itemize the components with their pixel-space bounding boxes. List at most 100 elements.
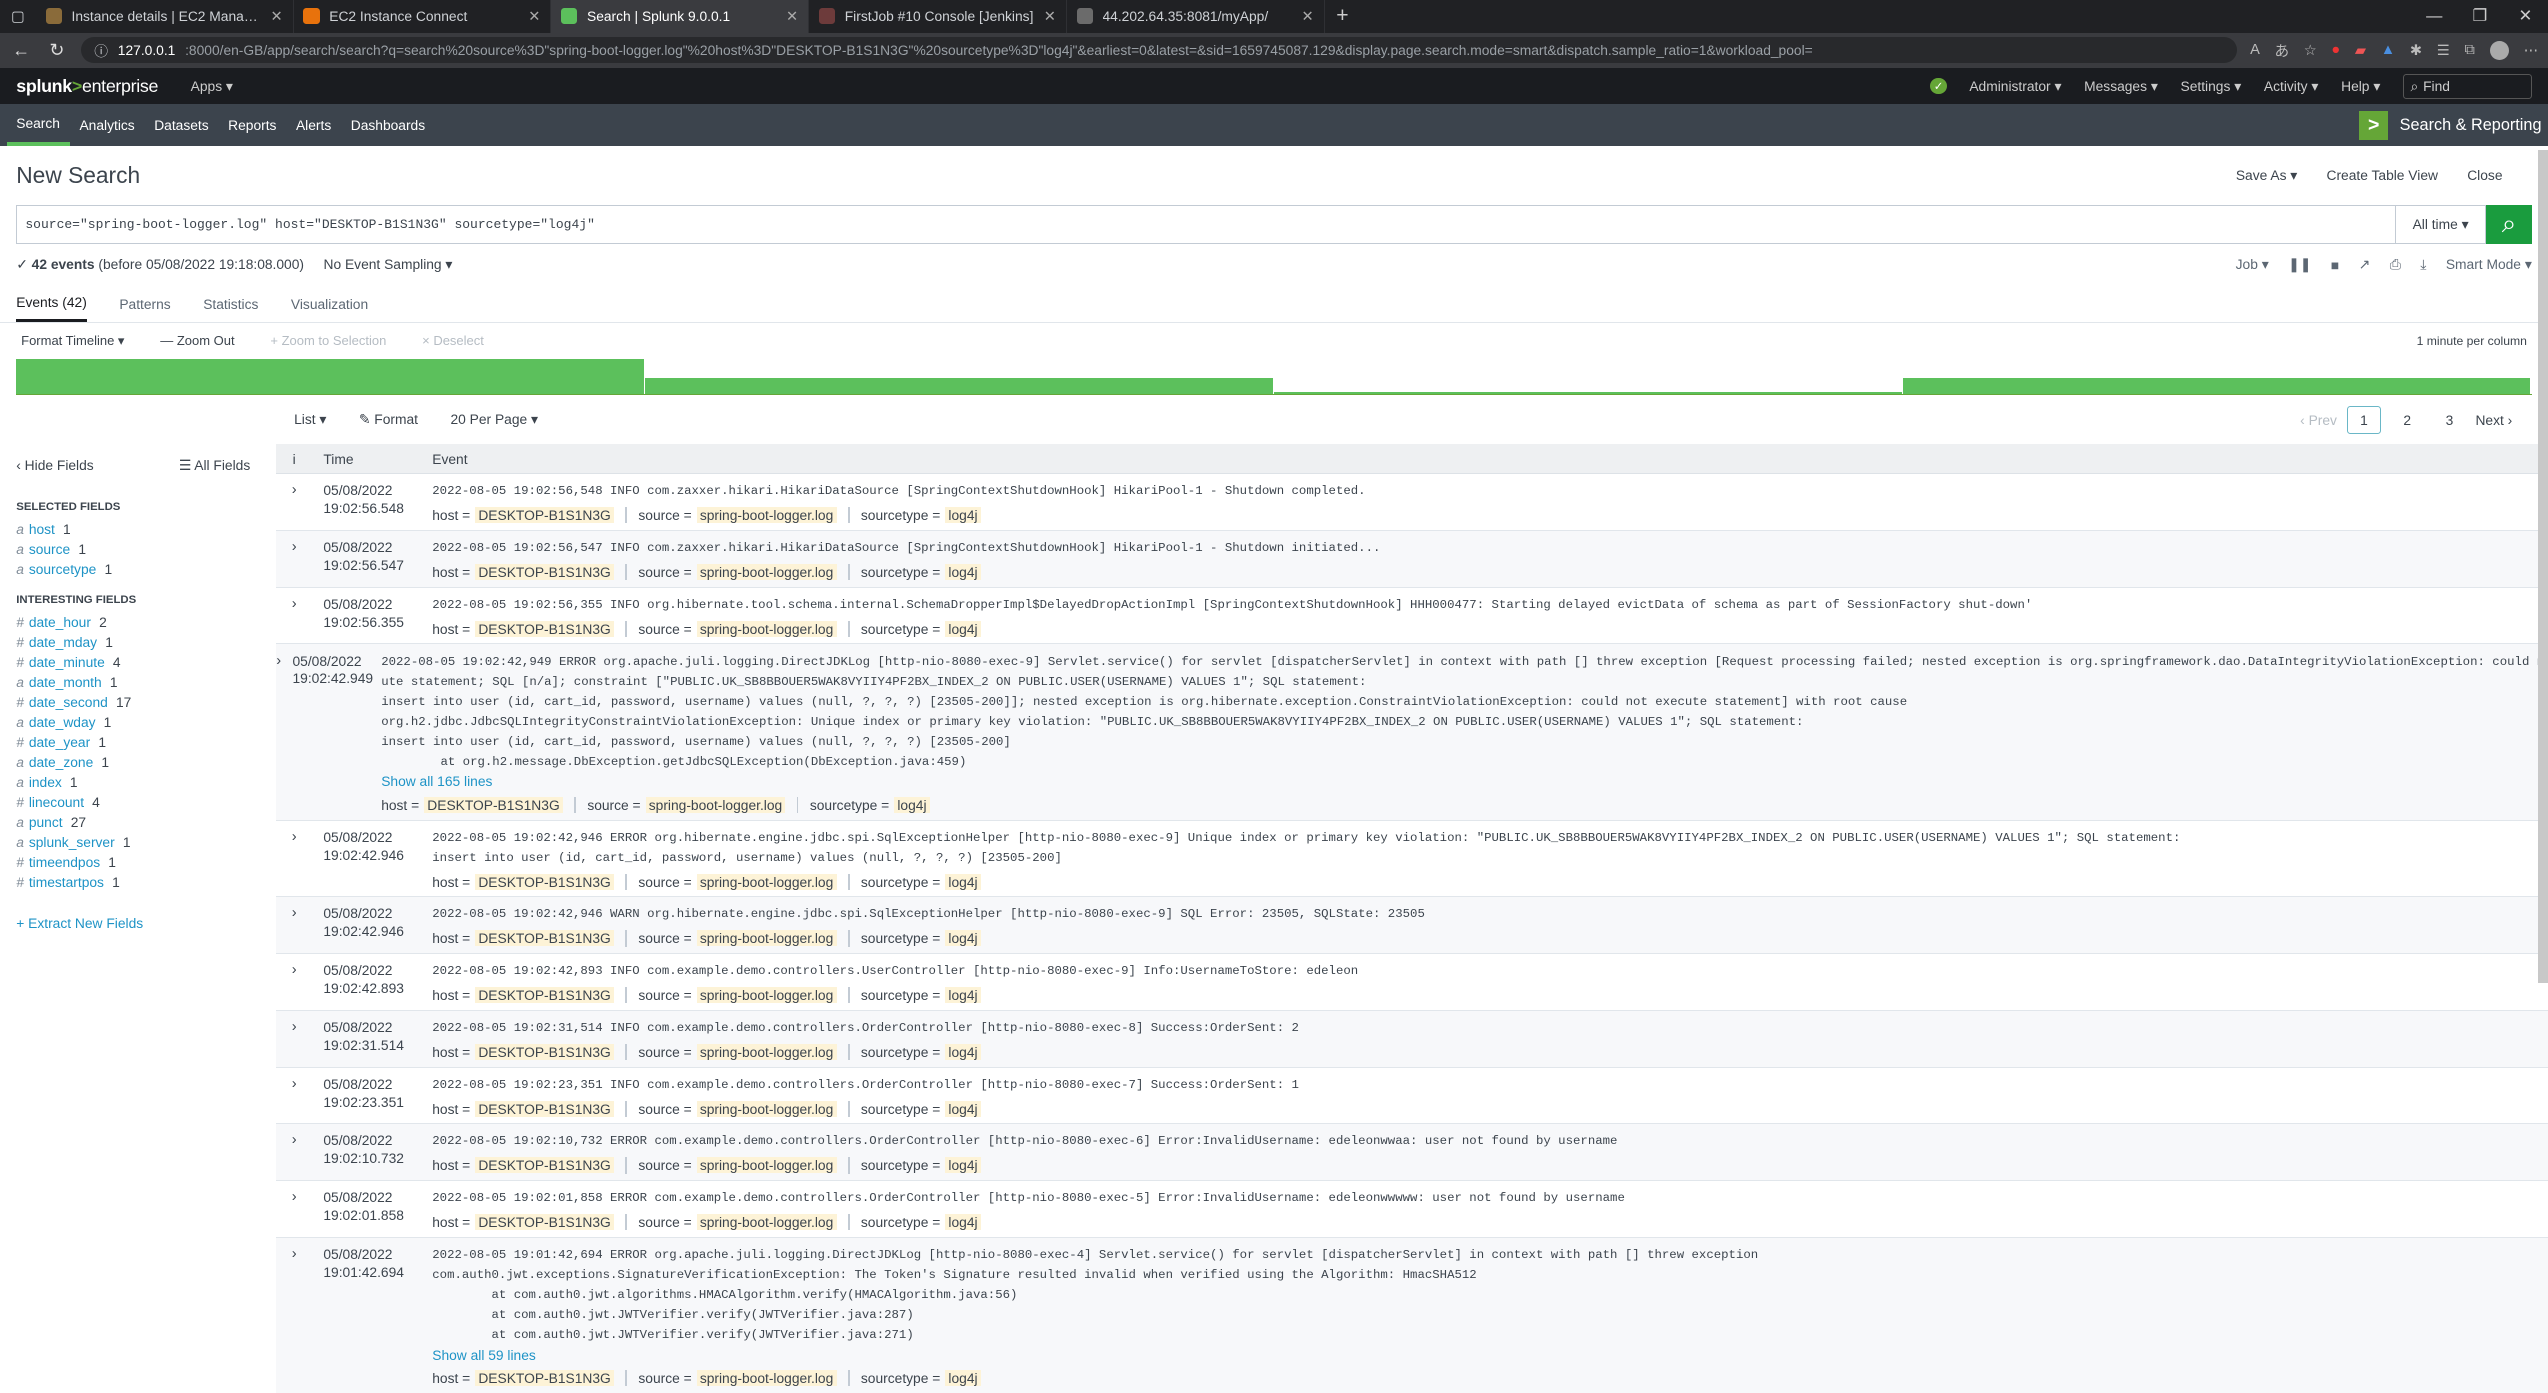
tab-close-icon[interactable]: ✕ — [271, 8, 283, 25]
search-button[interactable]: ⌕ — [2486, 205, 2532, 244]
favorites-bar-icon[interactable]: ☰ — [2437, 42, 2450, 59]
expand-icon[interactable]: › — [276, 588, 312, 644]
read-aloud-icon[interactable]: A — [2250, 42, 2260, 58]
nav-item-reports[interactable]: Reports — [218, 104, 286, 146]
source-value[interactable]: spring-boot-logger.log — [697, 1157, 837, 1173]
per-page-menu[interactable]: 20 Per Page ▾ — [450, 411, 537, 428]
expand-icon[interactable]: › — [276, 1011, 312, 1067]
field-item[interactable]: ahost1 — [16, 519, 276, 539]
expand-icon[interactable]: › — [276, 954, 312, 1010]
header-action[interactable]: Save As ▾ — [2236, 167, 2297, 184]
host-value[interactable]: DESKTOP-B1S1N3G — [424, 797, 563, 813]
expand-icon[interactable]: › — [276, 1068, 312, 1124]
restore-icon[interactable]: ❐ — [2457, 0, 2503, 33]
field-item[interactable]: asplunk_server1 — [16, 832, 276, 852]
extension-triangle-icon[interactable]: ▲ — [2381, 42, 2395, 58]
sourcetype-value[interactable]: log4j — [945, 1157, 981, 1173]
pause-icon[interactable]: ❚❚ — [2288, 256, 2311, 273]
source-value[interactable]: spring-boot-logger.log — [646, 797, 786, 813]
host-value[interactable]: DESKTOP-B1S1N3G — [475, 621, 614, 637]
all-fields-button[interactable]: ☰ All Fields — [179, 457, 250, 474]
extract-fields-link[interactable]: + Extract New Fields — [16, 915, 276, 931]
apps-menu[interactable]: Apps ▾ — [191, 78, 233, 95]
close-window-icon[interactable]: ✕ — [2503, 0, 2548, 33]
job-menu[interactable]: Job ▾ — [2236, 256, 2269, 273]
site-info-icon[interactable]: ⓘ — [94, 40, 108, 60]
field-item[interactable]: #date_second17 — [16, 692, 276, 712]
host-value[interactable]: DESKTOP-B1S1N3G — [475, 930, 614, 946]
source-value[interactable]: spring-boot-logger.log — [697, 874, 837, 890]
browser-tab[interactable]: Instance details | EC2 Managem...✕ — [36, 0, 294, 33]
top-menu-item[interactable]: Settings ▾ — [2181, 78, 2242, 95]
tab-close-icon[interactable]: ✕ — [786, 8, 798, 25]
translate-icon[interactable]: あ — [2274, 40, 2289, 61]
page-button[interactable]: 1 — [2347, 406, 2382, 434]
collections-icon[interactable]: ⧉ — [2464, 42, 2474, 58]
tab-close-icon[interactable]: ✕ — [528, 8, 540, 25]
favorite-icon[interactable]: ☆ — [2304, 42, 2317, 59]
search-query-input[interactable]: source="spring-boot-logger.log" host="DE… — [16, 205, 2396, 244]
field-item[interactable]: apunct27 — [16, 812, 276, 832]
extensions-icon[interactable]: ✱ — [2410, 42, 2422, 59]
search-mode-menu[interactable]: Smart Mode ▾ — [2446, 256, 2532, 273]
find-input[interactable]: ⌕Find — [2403, 74, 2532, 99]
host-value[interactable]: DESKTOP-B1S1N3G — [475, 1101, 614, 1117]
browser-tab[interactable]: EC2 Instance Connect✕ — [294, 0, 552, 33]
stop-icon[interactable]: ■ — [2331, 257, 2339, 273]
browser-tab[interactable]: 44.202.64.35:8081/myApp/✕ — [1067, 0, 1325, 33]
sourcetype-value[interactable]: log4j — [945, 1214, 981, 1230]
source-value[interactable]: spring-boot-logger.log — [697, 621, 837, 637]
sourcetype-value[interactable]: log4j — [945, 874, 981, 890]
field-item[interactable]: adate_wday1 — [16, 712, 276, 732]
field-item[interactable]: adate_zone1 — [16, 752, 276, 772]
tab-close-icon[interactable]: ✕ — [1044, 8, 1056, 25]
nav-item-dashboards[interactable]: Dashboards — [341, 104, 435, 146]
field-item[interactable]: aindex1 — [16, 772, 276, 792]
tab-close-icon[interactable]: ✕ — [1302, 8, 1314, 25]
extension-flag-icon[interactable]: ▰ — [2355, 42, 2366, 59]
header-action[interactable]: Create Table View — [2327, 167, 2438, 184]
deselect-button[interactable]: × Deselect — [422, 333, 484, 348]
share-icon[interactable]: ↗ — [2359, 256, 2371, 273]
top-menu-item[interactable]: Activity ▾ — [2264, 78, 2318, 95]
browser-tab[interactable]: Search | Splunk 9.0.0.1✕ — [551, 0, 809, 33]
host-value[interactable]: DESKTOP-B1S1N3G — [475, 564, 614, 580]
nav-item-alerts[interactable]: Alerts — [286, 104, 341, 146]
expand-icon[interactable]: › — [276, 821, 312, 897]
source-value[interactable]: spring-boot-logger.log — [697, 1370, 837, 1386]
source-value[interactable]: spring-boot-logger.log — [697, 987, 837, 1003]
source-value[interactable]: spring-boot-logger.log — [697, 564, 837, 580]
source-value[interactable]: spring-boot-logger.log — [697, 1101, 837, 1117]
app-name[interactable]: > Search & Reporting — [2359, 104, 2541, 146]
results-tab[interactable]: Statistics — [203, 286, 258, 322]
field-item[interactable]: #date_mday1 — [16, 632, 276, 652]
profile-avatar[interactable] — [2490, 41, 2510, 61]
source-value[interactable]: spring-boot-logger.log — [697, 507, 837, 523]
format-button[interactable]: ✎ Format — [359, 411, 418, 428]
tab-actions-icon[interactable]: ▢ — [0, 0, 36, 33]
timeline-bar[interactable] — [1903, 378, 2531, 394]
zoom-to-selection-button[interactable]: + Zoom to Selection — [270, 333, 386, 348]
next-page-button[interactable]: Next › — [2475, 412, 2512, 428]
page-button[interactable]: 2 — [2391, 407, 2424, 433]
field-item[interactable]: #date_year1 — [16, 732, 276, 752]
host-value[interactable]: DESKTOP-B1S1N3G — [475, 1214, 614, 1230]
show-all-lines-link[interactable]: Show all 59 lines — [432, 1346, 2540, 1366]
timeline-bar[interactable] — [1274, 392, 1902, 394]
sourcetype-value[interactable]: log4j — [945, 1044, 981, 1060]
field-item[interactable]: #date_hour2 — [16, 612, 276, 632]
timeline-bar[interactable] — [16, 359, 644, 395]
sourcetype-value[interactable]: log4j — [945, 621, 981, 637]
sourcetype-value[interactable]: log4j — [945, 507, 981, 523]
extension-red-icon[interactable]: ● — [2331, 42, 2340, 58]
top-menu-item[interactable]: Administrator ▾ — [1969, 78, 2061, 95]
expand-icon[interactable]: › — [276, 531, 312, 587]
event-timeline[interactable] — [16, 359, 2532, 396]
address-bar[interactable]: ⓘ 127.0.0.1:8000/en-GB/app/search/search… — [81, 37, 2237, 63]
host-value[interactable]: DESKTOP-B1S1N3G — [475, 1370, 614, 1386]
sourcetype-value[interactable]: log4j — [945, 930, 981, 946]
host-value[interactable]: DESKTOP-B1S1N3G — [475, 874, 614, 890]
health-ok-icon[interactable]: ✓ — [1930, 78, 1946, 94]
host-value[interactable]: DESKTOP-B1S1N3G — [475, 1157, 614, 1173]
field-item[interactable]: #date_minute4 — [16, 652, 276, 672]
